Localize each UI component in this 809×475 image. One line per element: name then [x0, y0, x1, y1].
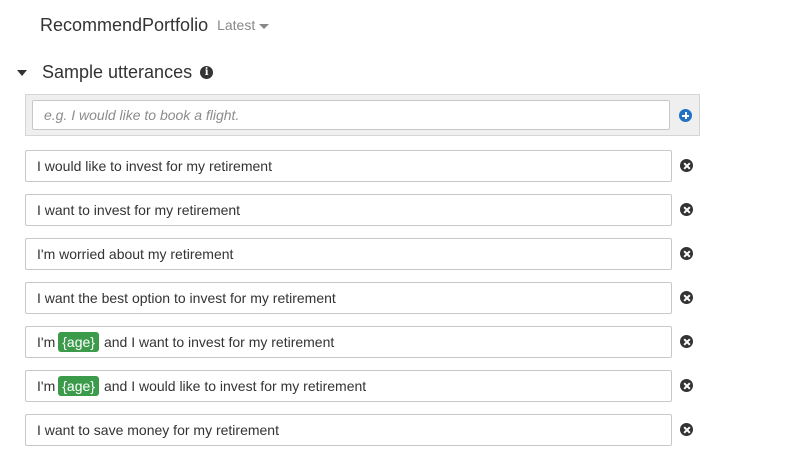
remove-utterance-icon[interactable] — [680, 379, 693, 392]
remove-utterance-icon[interactable] — [680, 159, 693, 172]
utterance-text-after: and I would like to invest for my retire… — [103, 378, 367, 394]
slot-chip-age[interactable]: {age} — [58, 376, 99, 396]
remove-utterance-icon[interactable] — [680, 291, 693, 304]
section-title: Sample utterances — [42, 61, 193, 82]
version-label: Latest — [217, 17, 256, 33]
utterance-row[interactable]: I'm {age} and I want to invest for my re… — [25, 326, 672, 358]
utterance-text-before: I'm — [37, 378, 56, 394]
utterance-text: I want to save money for my retirement — [37, 422, 279, 438]
collapse-caret-icon — [17, 69, 27, 76]
intent-editor: RecommendPortfolio Latest Sample utteran… — [0, 0, 809, 475]
utterance-text-before: I'm — [37, 334, 56, 350]
new-utterance-panel — [25, 94, 700, 136]
utterance-row[interactable]: I'm {age} and I would like to invest for… — [25, 370, 672, 402]
intent-name: RecommendPortfolio — [40, 14, 209, 35]
add-utterance-icon[interactable] — [679, 109, 692, 122]
utterance-text: I want the best option to invest for my … — [37, 290, 336, 306]
sample-utterances-toggle[interactable]: Sample utterances i — [17, 60, 214, 84]
utterance-text: I would like to invest for my retirement — [37, 158, 272, 174]
remove-utterance-icon[interactable] — [680, 335, 693, 348]
utterance-row[interactable]: I want to save money for my retirement — [25, 414, 672, 446]
utterance-text: I want to invest for my retirement — [37, 202, 241, 218]
new-utterance-input[interactable] — [32, 100, 670, 130]
utterance-row[interactable]: I want to invest for my retirement — [25, 194, 672, 226]
intent-header: RecommendPortfolio Latest — [40, 13, 270, 37]
utterance-row[interactable]: I'm worried about my retirement — [25, 238, 672, 270]
version-dropdown[interactable]: Latest — [217, 17, 270, 33]
remove-utterance-icon[interactable] — [680, 247, 693, 260]
utterance-text: I'm worried about my retirement — [37, 246, 234, 262]
remove-utterance-icon[interactable] — [680, 423, 693, 436]
remove-utterance-icon[interactable] — [680, 203, 693, 216]
chevron-down-icon — [259, 23, 270, 29]
utterance-row[interactable]: I want the best option to invest for my … — [25, 282, 672, 314]
utterance-row[interactable]: I would like to invest for my retirement — [25, 150, 672, 182]
slot-chip-age[interactable]: {age} — [58, 332, 99, 352]
utterance-text-after: and I want to invest for my retirement — [103, 334, 335, 350]
info-icon[interactable]: i — [200, 66, 214, 79]
